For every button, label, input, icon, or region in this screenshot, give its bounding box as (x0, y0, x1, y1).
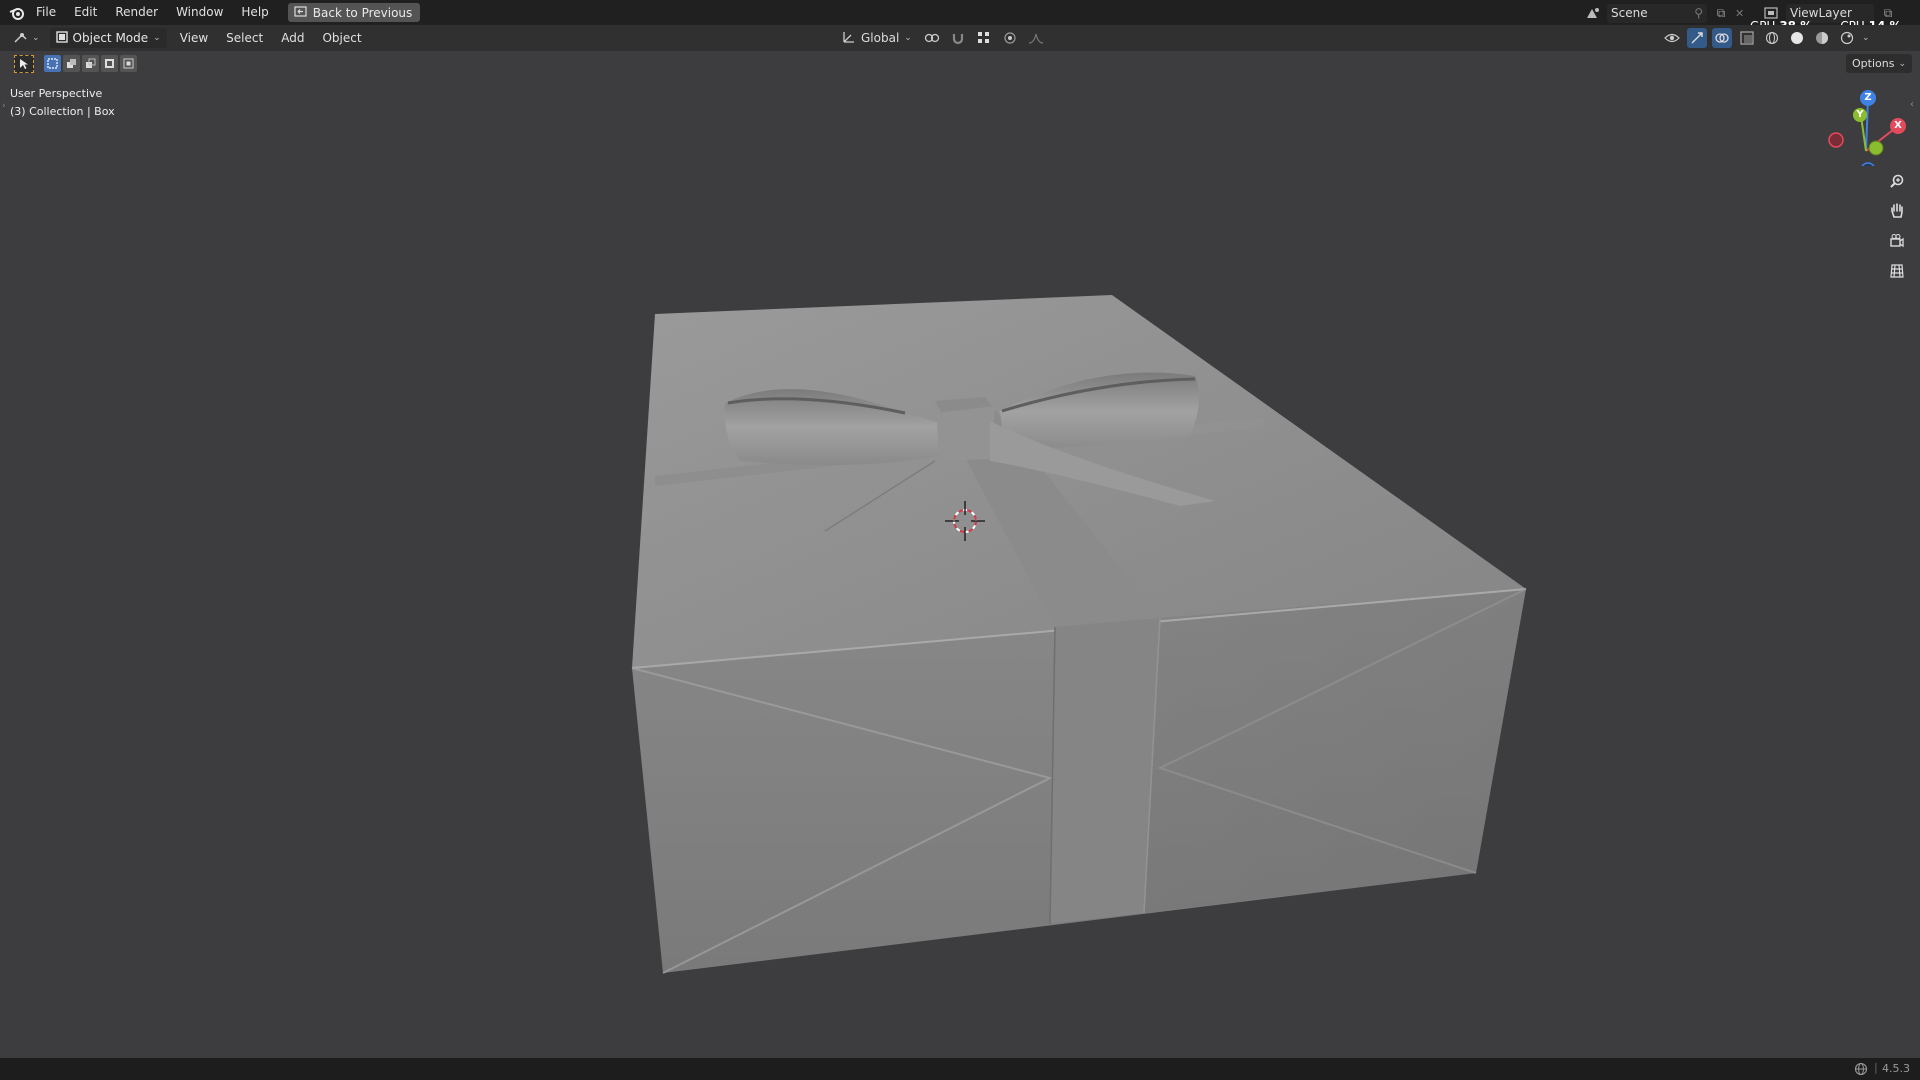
visibility-eye-icon[interactable] (1662, 28, 1682, 48)
gizmo-x-axis[interactable]: X (1890, 118, 1906, 134)
chevron-down-icon: ⌄ (904, 33, 912, 43)
snap-icon[interactable] (948, 28, 968, 48)
menu-help[interactable]: Help (232, 0, 277, 25)
object-mode-dropdown[interactable]: Object Mode ⌄ (49, 28, 167, 48)
overlay-icon[interactable] (1712, 28, 1732, 48)
back-to-previous-label: Back to Previous (312, 5, 413, 20)
chevron-down-icon: ⌄ (153, 33, 161, 43)
transform-orientation-dropdown[interactable]: Global ⌄ (838, 30, 916, 47)
snap-target-icon[interactable] (974, 28, 994, 48)
scene-name: Scene (1611, 6, 1648, 20)
proportional-icon[interactable] (1000, 28, 1020, 48)
status-bar: | 4.5.3 (0, 1058, 1920, 1080)
zoom-icon[interactable] (1884, 168, 1910, 194)
gizmo-y-axis[interactable]: Y (1853, 108, 1867, 122)
back-icon (294, 5, 307, 20)
network-icon[interactable] (1854, 1062, 1868, 1079)
camera-view-icon[interactable] (1884, 228, 1910, 254)
menu-view[interactable]: View (171, 25, 217, 51)
falloff-icon[interactable] (1026, 28, 1046, 48)
pan-hand-icon[interactable] (1884, 198, 1910, 224)
gizmo-z-label: Z (1864, 92, 1872, 103)
transform-orientation-label: Global (861, 31, 900, 45)
chevron-down-icon[interactable]: ⌄ (1862, 33, 1870, 43)
pin-icon[interactable]: ⚲ (1694, 6, 1703, 20)
solid-shading-icon[interactable] (1787, 28, 1807, 48)
menu-file[interactable]: File (27, 0, 65, 25)
3d-viewport[interactable]: User Perspective › (3) Collection | Box (0, 51, 1920, 1058)
blender-logo-icon[interactable] (7, 3, 27, 23)
material-shading-icon[interactable] (1812, 28, 1832, 48)
rendered-shading-icon[interactable] (1837, 28, 1857, 48)
box-ribbon-front (1050, 618, 1160, 924)
gizmo-z-axis[interactable]: Z (1860, 90, 1876, 106)
chevron-down-icon: ⌄ (32, 33, 40, 43)
gizmo-neg-z (1861, 162, 1875, 166)
object-mode-icon (55, 30, 68, 46)
new-scene-icon[interactable]: ⧉ (1711, 3, 1731, 23)
version-label: 4.5.3 (1882, 1062, 1910, 1075)
gizmo-neg-x (1828, 132, 1844, 148)
menu-render[interactable]: Render (106, 0, 167, 25)
object-mode-label: Object Mode (72, 31, 149, 45)
xray-icon[interactable] (1737, 28, 1757, 48)
sidebar-toggle-icon[interactable]: ‹ (1910, 99, 1914, 110)
remove-scene-icon[interactable]: ✕ (1735, 7, 1744, 20)
pivot-icon[interactable] (922, 28, 942, 48)
top-bar: File Edit Render Window Help Back to Pre… (0, 0, 1920, 33)
back-to-previous-button[interactable]: Back to Previous (287, 3, 421, 22)
menu-object[interactable]: Object (313, 25, 370, 51)
gift-box-model[interactable] (0, 51, 1920, 1058)
ortho-grid-icon[interactable] (1884, 258, 1910, 284)
viewport-header: ⌄ Object Mode ⌄ View Select Add Object G… (0, 25, 1920, 51)
global-axes-icon (842, 30, 856, 47)
scene-icon[interactable] (1583, 3, 1603, 23)
scene-selector[interactable]: Scene ⚲ (1607, 3, 1707, 23)
status-divider: | (1874, 1061, 1878, 1074)
menu-window[interactable]: Window (167, 0, 232, 25)
gizmo-icon[interactable] (1687, 28, 1707, 48)
editor-type-icon[interactable] (12, 28, 32, 48)
viewlayer-name: ViewLayer (1790, 6, 1852, 20)
gizmo-x-label: X (1894, 120, 1902, 131)
gizmo-y-label: Y (1856, 109, 1864, 120)
wireframe-shading-icon[interactable] (1762, 28, 1782, 48)
menu-select[interactable]: Select (217, 25, 272, 51)
menu-add[interactable]: Add (272, 25, 313, 51)
gizmo-neg-y (1868, 140, 1884, 156)
menu-edit[interactable]: Edit (65, 0, 106, 25)
